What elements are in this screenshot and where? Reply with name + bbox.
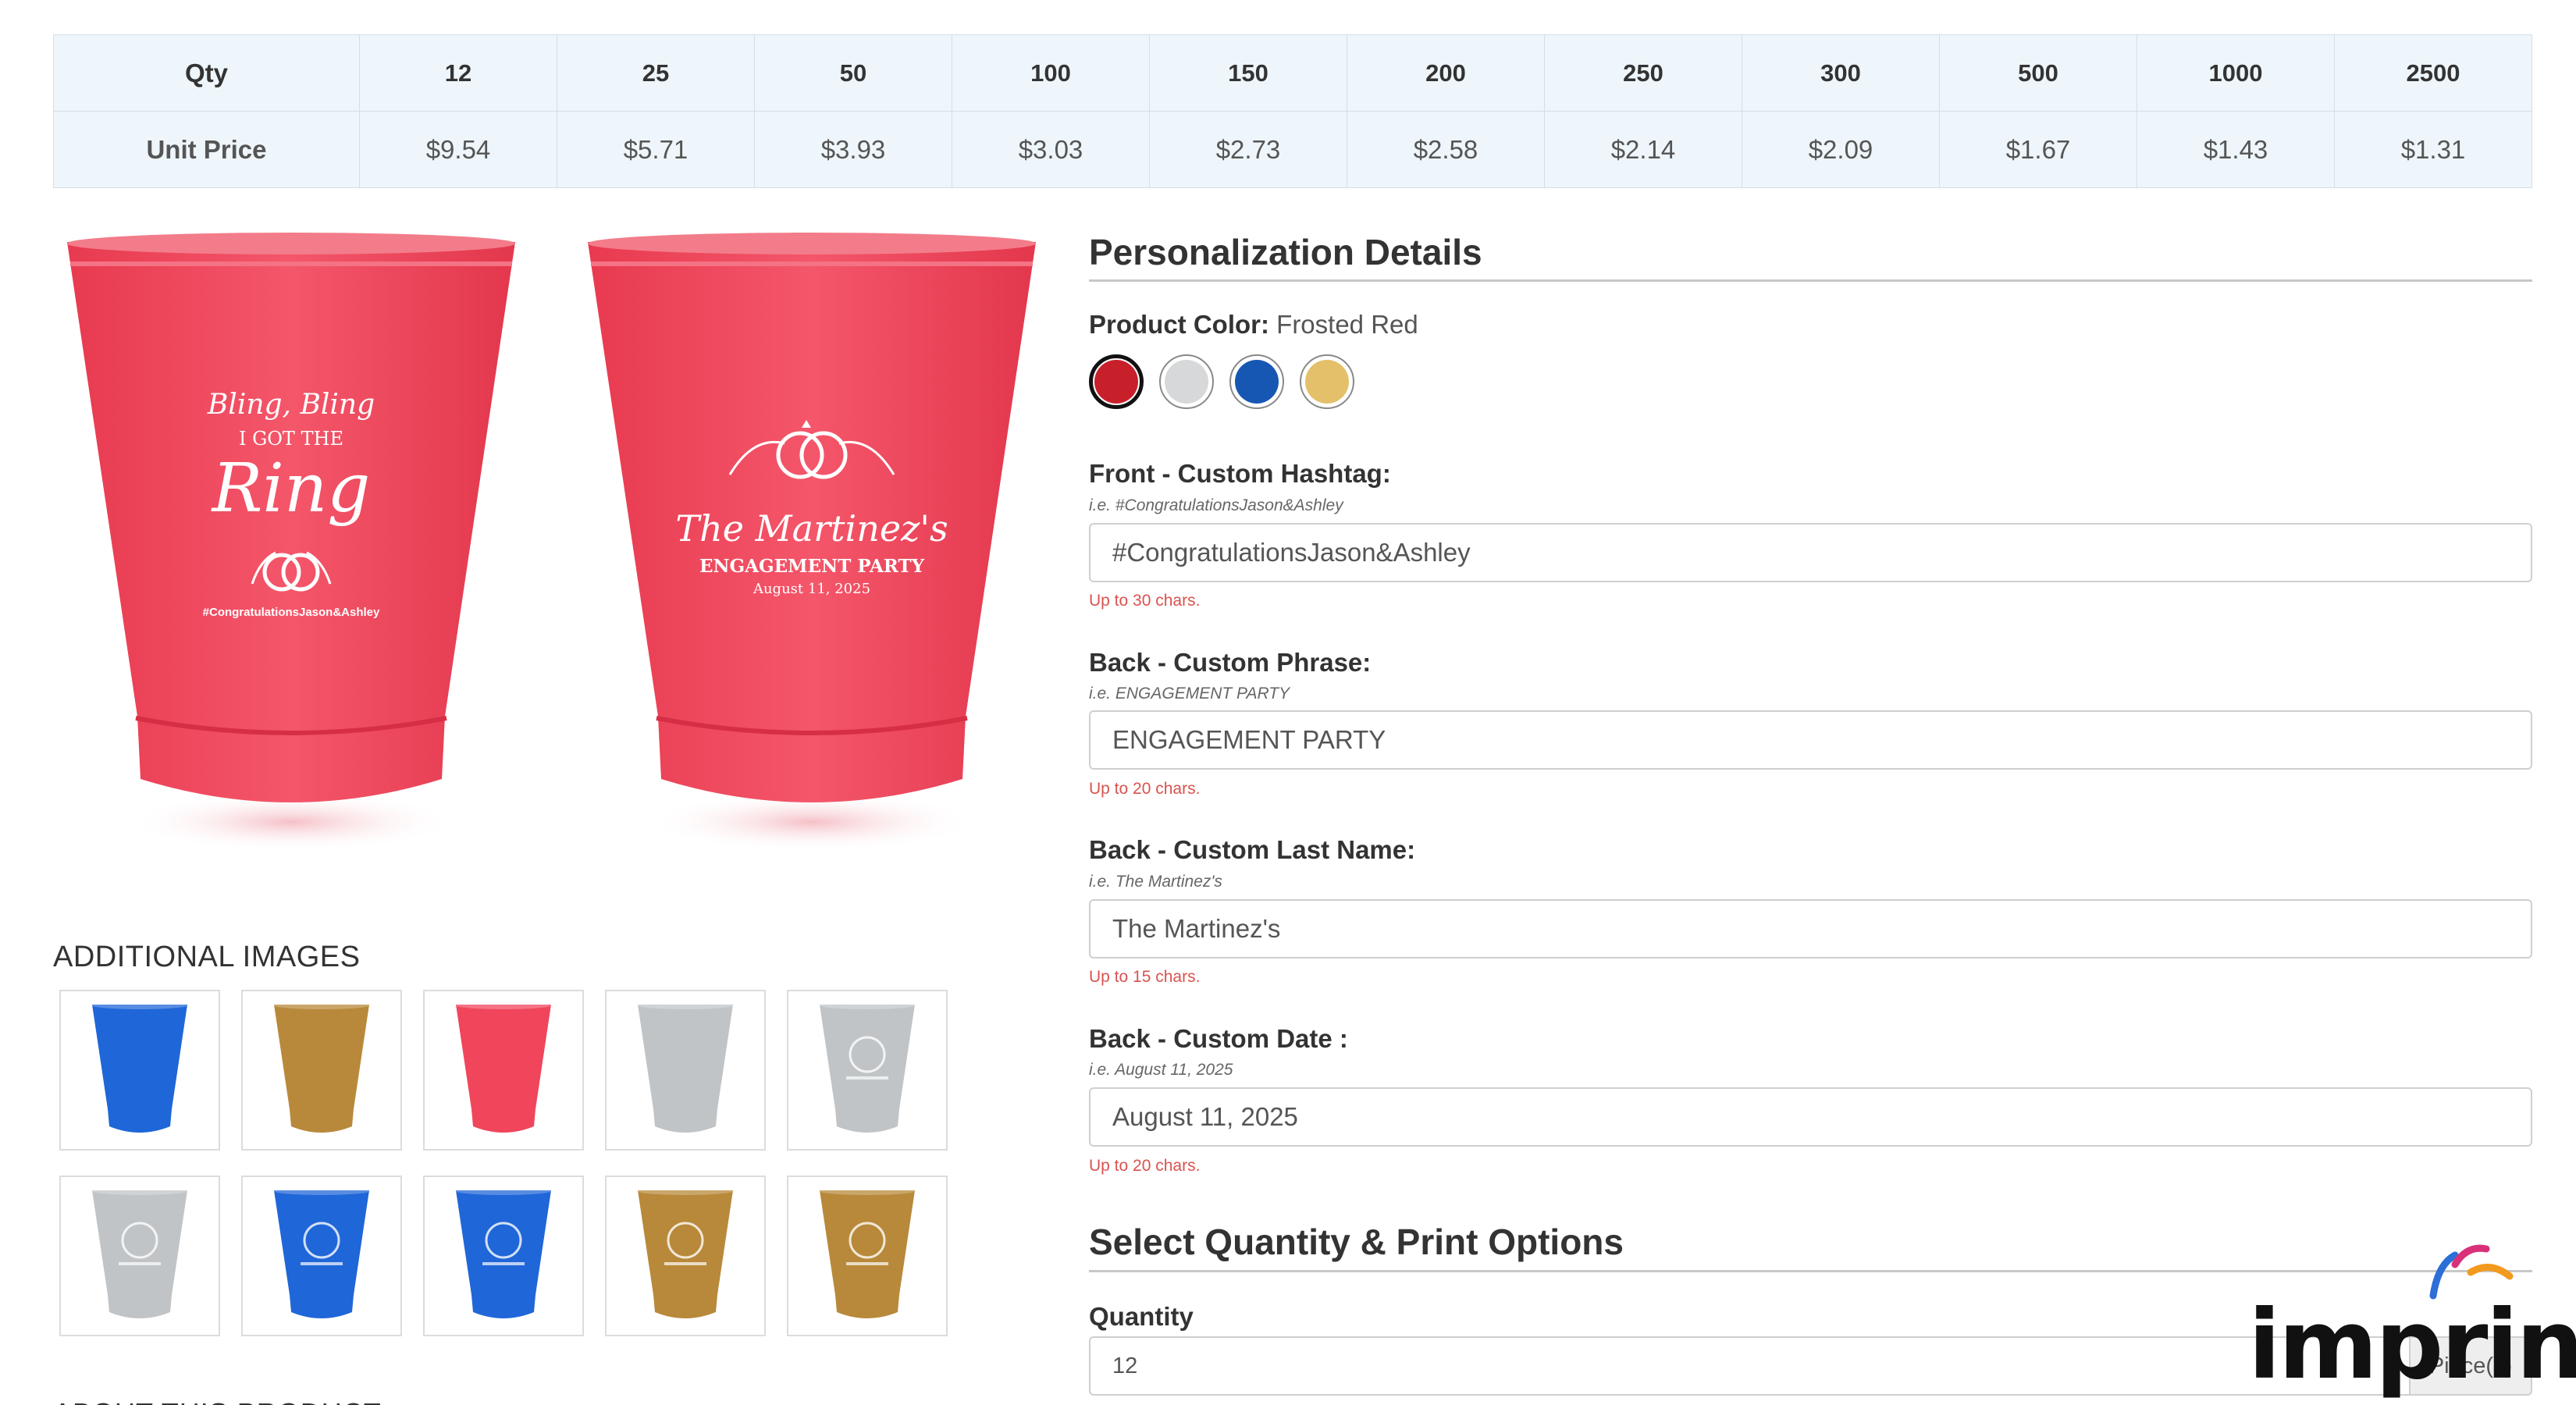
red-cup-icon bbox=[456, 1001, 551, 1133]
qty-cell: 250 bbox=[1544, 34, 1742, 112]
quantity-section-title: Select Quantity & Print Options bbox=[1089, 1222, 1624, 1262]
silver-cup-printed-icon bbox=[820, 1001, 915, 1133]
price-cell: $5.71 bbox=[557, 111, 755, 188]
additional-image-thumb[interactable] bbox=[241, 1176, 402, 1336]
silver-cup-printed-icon bbox=[92, 1187, 187, 1318]
phrase-limit: Up to 20 chars. bbox=[1089, 780, 1201, 798]
phrase-input[interactable] bbox=[1089, 710, 2532, 770]
hashtag-hint: i.e. #CongratulationsJason&Ashley bbox=[1089, 496, 1343, 514]
color-swatch-fill bbox=[1165, 360, 1208, 404]
gold-cup-printed-icon bbox=[638, 1187, 733, 1318]
color-swatch-fill bbox=[1305, 360, 1349, 404]
additional-image-thumb[interactable] bbox=[241, 990, 402, 1151]
product-color-value: Frosted Red bbox=[1276, 310, 1418, 339]
qty-cell: 50 bbox=[754, 34, 952, 112]
additional-image-thumb[interactable] bbox=[59, 990, 220, 1151]
qty-header: Qty bbox=[53, 34, 360, 112]
date-input[interactable] bbox=[1089, 1087, 2532, 1147]
price-table: Qty 12 25 50 100 150 200 250 300 500 100… bbox=[53, 34, 2532, 188]
cup-back-phrase: ENGAGEMENT PARTY bbox=[699, 556, 925, 577]
price-cell: $9.54 bbox=[359, 111, 557, 188]
color-swatches bbox=[1089, 354, 1354, 409]
qty-cell: 25 bbox=[557, 34, 755, 112]
gold-cup-icon bbox=[274, 1001, 369, 1133]
qty-cell: 300 bbox=[1742, 34, 1940, 112]
personalization-title: Personalization Details bbox=[1089, 232, 1482, 272]
qty-cell: 100 bbox=[952, 34, 1150, 112]
gold-cup-printed-icon bbox=[820, 1187, 915, 1318]
additional-image-thumb[interactable] bbox=[423, 990, 584, 1151]
color-swatch[interactable] bbox=[1159, 354, 1214, 409]
price-cell: $3.93 bbox=[754, 111, 952, 188]
cup-back-date: August 11, 2025 bbox=[753, 581, 871, 597]
hashtag-label: Front - Custom Hashtag: bbox=[1089, 459, 1391, 488]
qty-cell: 2500 bbox=[2334, 34, 2532, 112]
additional-image-thumb[interactable] bbox=[787, 990, 948, 1151]
quantity-input[interactable] bbox=[1089, 1336, 2409, 1396]
hashtag-input[interactable] bbox=[1089, 523, 2532, 582]
additional-image-thumb[interactable] bbox=[605, 1176, 766, 1336]
hashtag-limit: Up to 30 chars. bbox=[1089, 592, 1201, 610]
color-swatch[interactable] bbox=[1300, 354, 1354, 409]
phrase-label: Back - Custom Phrase: bbox=[1089, 648, 1372, 677]
cup-front-hashtag: #CongratulationsJason&Ashley bbox=[202, 606, 380, 619]
last-name-hint: i.e. The Martinez's bbox=[1089, 873, 1222, 891]
additional-images-grid bbox=[59, 990, 957, 1336]
price-header: Unit Price bbox=[53, 111, 360, 188]
imprint-logo: imprint bbox=[2248, 1241, 2576, 1400]
qty-cell: 12 bbox=[359, 34, 557, 112]
price-cell: $1.31 bbox=[2334, 111, 2532, 188]
qty-row: Qty 12 25 50 100 150 200 250 300 500 100… bbox=[53, 34, 2532, 112]
qty-cell: 1000 bbox=[2137, 34, 2335, 112]
blue-cup-printed-icon bbox=[274, 1187, 369, 1318]
date-hint: i.e. August 11, 2025 bbox=[1089, 1061, 1233, 1079]
date-limit: Up to 20 chars. bbox=[1089, 1157, 1201, 1175]
last-name-label: Back - Custom Last Name: bbox=[1089, 835, 1416, 864]
logo-text: imprint bbox=[2248, 1289, 2576, 1400]
rings-icon bbox=[251, 551, 332, 592]
qty-cell: 150 bbox=[1149, 34, 1347, 112]
product-color-line: Product Color: Frosted Red bbox=[1089, 310, 1418, 340]
price-cell: $2.09 bbox=[1742, 111, 1940, 188]
additional-image-thumb[interactable] bbox=[423, 1176, 584, 1336]
cup-front-image[interactable]: Bling, Bling I GOT THE Ring #Congratulat… bbox=[61, 233, 521, 857]
qty-cell: 500 bbox=[1939, 34, 2137, 112]
cup-back-name: The Martinez's bbox=[675, 507, 948, 550]
personalization-divider bbox=[1089, 279, 2532, 282]
price-cell: $2.73 bbox=[1149, 111, 1347, 188]
rings-laurel-icon bbox=[728, 420, 895, 479]
cup-front-line1: Bling, Bling bbox=[207, 389, 375, 421]
cup-back-image[interactable]: The Martinez's ENGAGEMENT PARTY August 1… bbox=[582, 233, 1042, 857]
price-cell: $1.67 bbox=[1939, 111, 2137, 188]
price-cell: $2.58 bbox=[1347, 111, 1545, 188]
price-cell: $3.03 bbox=[952, 111, 1150, 188]
blue-cup-printed-icon bbox=[456, 1187, 551, 1318]
cup-front-line3: Ring bbox=[212, 450, 371, 528]
color-swatch[interactable] bbox=[1229, 354, 1284, 409]
color-swatch-fill bbox=[1235, 360, 1279, 404]
cup-front-line2: I GOT THE bbox=[238, 428, 344, 450]
quantity-label: Quantity bbox=[1089, 1302, 1194, 1331]
price-row: Unit Price $9.54 $5.71 $3.93 $3.03 $2.73… bbox=[53, 111, 2532, 188]
date-label: Back - Custom Date : bbox=[1089, 1024, 1348, 1053]
blue-cup-icon bbox=[92, 1001, 187, 1133]
additional-image-thumb[interactable] bbox=[605, 990, 766, 1151]
product-color-label: Product Color: bbox=[1089, 310, 1269, 339]
last-name-input[interactable] bbox=[1089, 899, 2532, 959]
qty-cell: 200 bbox=[1347, 34, 1545, 112]
color-swatch[interactable] bbox=[1089, 354, 1144, 409]
price-cell: $2.14 bbox=[1544, 111, 1742, 188]
phrase-hint: i.e. ENGAGEMENT PARTY bbox=[1089, 685, 1290, 702]
additional-image-thumb[interactable] bbox=[59, 1176, 220, 1336]
price-cell: $1.43 bbox=[2137, 111, 2335, 188]
color-swatch-fill bbox=[1094, 360, 1138, 404]
additional-image-thumb[interactable] bbox=[787, 1176, 948, 1336]
silver-cup-icon bbox=[638, 1001, 733, 1133]
last-name-limit: Up to 15 chars. bbox=[1089, 968, 1201, 986]
about-product-title: ABOUT THIS PRODUCT bbox=[53, 1397, 382, 1405]
additional-images-title: ADDITIONAL IMAGES bbox=[53, 941, 361, 973]
